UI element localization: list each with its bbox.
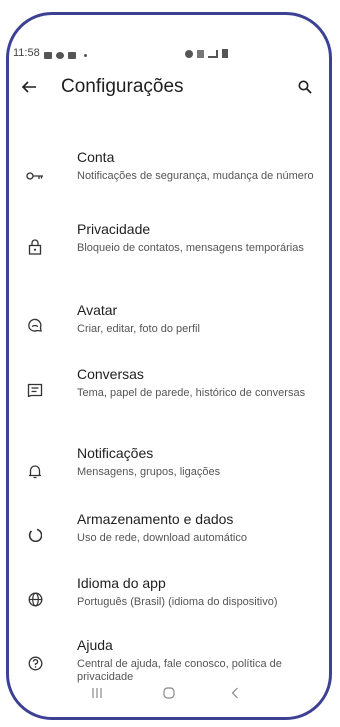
settings-item-avatar[interactable]: Avatar Criar, editar, foto do perfil [9, 302, 329, 342]
data-icon [197, 50, 204, 58]
chat-icon [26, 381, 44, 399]
back-button[interactable] [17, 75, 41, 99]
back-nav-button[interactable] [215, 679, 255, 707]
settings-item-description: Criar, editar, foto do perfil [77, 323, 200, 335]
globe-icon [26, 590, 44, 608]
settings-item-label: Armazenamento e dados [77, 511, 234, 527]
settings-item-description: Bloqueio de contatos, mensagens temporár… [77, 242, 304, 254]
phone-frame: 11:58 Configurações Conta Notificações d… [6, 12, 332, 720]
lock-icon [26, 238, 44, 256]
settings-item-label: Idioma do app [77, 575, 166, 591]
settings-item-description: Mensagens, grupos, ligações [77, 466, 221, 478]
settings-item-label: Ajuda [77, 637, 113, 653]
settings-item-description: Uso de rede, download automático [77, 532, 247, 544]
search-icon [298, 80, 312, 94]
home-icon [163, 687, 175, 699]
status-time: 11:58 [13, 47, 40, 59]
gallery-icon [43, 52, 52, 59]
help-icon [26, 654, 44, 672]
settings-item-conta[interactable]: Conta Notificações de segurança, mudança… [9, 149, 329, 203]
signal-icon [208, 50, 218, 58]
settings-item-notificacoes[interactable]: Notificações Mensagens, grupos, ligações [9, 445, 329, 485]
settings-item-description: Tema, papel de parede, histórico de conv… [77, 387, 306, 399]
settings-item-description: Notificações de segurança, mudança de nú… [77, 170, 314, 182]
settings-item-label: Conversas [77, 366, 144, 382]
settings-item-privacidade[interactable]: Privacidade Bloqueio de contatos, mensag… [9, 221, 329, 275]
status-notification-icons [43, 52, 87, 59]
message-icon [67, 52, 76, 59]
search-button[interactable] [293, 75, 317, 99]
recent-apps-button[interactable] [77, 679, 117, 707]
chat-bubble-icon [55, 52, 64, 59]
storage-icon [26, 526, 44, 544]
avatar-icon [26, 316, 44, 334]
chevron-left-icon [231, 687, 238, 699]
status-bar: 11:58 [9, 15, 329, 65]
status-system-icons [185, 49, 228, 58]
settings-item-label: Privacidade [77, 221, 151, 237]
arrow-left-icon [21, 81, 36, 93]
settings-item-label: Conta [77, 149, 115, 165]
settings-item-armazenamento[interactable]: Armazenamento e dados Uso de rede, downl… [9, 511, 329, 551]
recent-apps-icon [92, 688, 102, 698]
home-button[interactable] [149, 679, 189, 707]
alarm-icon [185, 50, 193, 58]
settings-item-idioma[interactable]: Idioma do app Português (Brasil) (idioma… [9, 575, 329, 615]
bell-icon [26, 462, 44, 480]
battery-icon [222, 49, 228, 58]
settings-item-label: Avatar [77, 302, 118, 318]
page-title: Configurações [61, 76, 184, 97]
settings-item-conversas[interactable]: Conversas Tema, papel de parede, históri… [9, 366, 329, 420]
settings-item-description: Português (Brasil) (idioma do dispositiv… [77, 596, 278, 608]
dot-icon [83, 54, 87, 57]
app-bar: Configurações [9, 67, 329, 109]
key-icon [26, 167, 44, 185]
navigation-bar [9, 679, 329, 707]
settings-item-label: Notificações [77, 445, 154, 461]
